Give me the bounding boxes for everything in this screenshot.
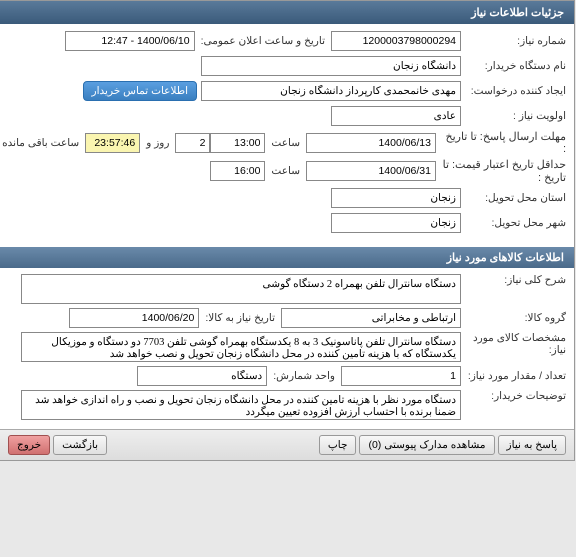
days-remaining-field[interactable] xyxy=(176,133,211,153)
contact-button[interactable]: اطلاعات تماس خریدار xyxy=(84,81,198,101)
remaining-label: ساعت باقی مانده xyxy=(0,137,86,149)
details-window: جزئیات اطلاعات نیاز شماره نیاز: تاریخ و … xyxy=(0,0,576,461)
desc-label: شرح کلی نیاز: xyxy=(462,274,567,286)
requester-label: ایجاد کننده درخواست: xyxy=(462,85,567,97)
group-label: گروه کالا: xyxy=(462,312,567,324)
province-label: استان محل تحویل: xyxy=(462,192,567,204)
need-no-label: شماره نیاز: xyxy=(462,35,567,47)
desc-field[interactable] xyxy=(22,274,462,304)
announce-field[interactable] xyxy=(66,31,196,51)
price-date-field[interactable] xyxy=(307,161,437,181)
spec-label: مشخصات کالای مورد نیاز: xyxy=(462,332,567,356)
reply-time-field[interactable] xyxy=(211,133,266,153)
buyer-label: نام دستگاه خریدار: xyxy=(462,60,567,72)
exit-button[interactable]: خروج xyxy=(9,435,51,455)
footer-toolbar: پاسخ به نیاز مشاهده مدارک پیوستی (0) چاپ… xyxy=(1,429,575,460)
priority-label: اولویت نیاز : xyxy=(462,110,567,122)
spec-field[interactable] xyxy=(22,332,462,362)
back-button[interactable]: بازگشت xyxy=(54,435,108,455)
reply-deadline-label: مهلت ارسال پاسخ: تا تاریخ : xyxy=(437,130,567,155)
goods-section: شرح کلی نیاز: گروه کالا: تاریخ نیاز به ک… xyxy=(1,268,575,429)
price-deadline-label: حداقل تاریخ اعتبار قیمت: تا تاریخ : xyxy=(437,158,567,184)
province-field[interactable] xyxy=(332,188,462,208)
print-button[interactable]: چاپ xyxy=(320,435,358,455)
reply-time-label: ساعت xyxy=(266,137,307,149)
countdown-field[interactable] xyxy=(86,133,141,153)
reply-date-field[interactable] xyxy=(307,133,437,153)
deliver-date-field[interactable] xyxy=(70,308,200,328)
city-field[interactable] xyxy=(332,213,462,233)
price-time-field[interactable] xyxy=(211,161,266,181)
attachments-button[interactable]: مشاهده مدارک پیوستی (0) xyxy=(360,435,495,455)
price-time-label: ساعت xyxy=(266,165,307,177)
priority-field[interactable] xyxy=(332,106,462,126)
need-no-field[interactable] xyxy=(332,31,462,51)
qty-label: تعداد / مقدار مورد نیاز: xyxy=(462,370,567,382)
buyer-field[interactable] xyxy=(202,56,462,76)
announce-label: تاریخ و ساعت اعلان عمومی: xyxy=(196,35,332,47)
requester-field[interactable] xyxy=(202,81,462,101)
group-field[interactable] xyxy=(282,308,462,328)
footer-spacer xyxy=(111,435,317,455)
unit-label: واحد شمارش: xyxy=(268,370,342,382)
notes-field[interactable] xyxy=(22,390,462,420)
general-section: شماره نیاز: تاریخ و ساعت اعلان عمومی: نا… xyxy=(1,24,575,243)
window-title: جزئیات اطلاعات نیاز xyxy=(1,1,575,24)
days-word: روز و xyxy=(141,137,176,149)
city-label: شهر محل تحویل: xyxy=(462,217,567,229)
goods-section-header: اطلاعات کالاهای مورد نیاز xyxy=(1,247,575,268)
deliver-date-label: تاریخ نیاز به کالا: xyxy=(200,312,282,324)
reply-button[interactable]: پاسخ به نیاز xyxy=(499,435,567,455)
notes-label: توضیحات خریدار: xyxy=(462,390,567,402)
qty-field[interactable] xyxy=(342,366,462,386)
unit-field[interactable] xyxy=(138,366,268,386)
